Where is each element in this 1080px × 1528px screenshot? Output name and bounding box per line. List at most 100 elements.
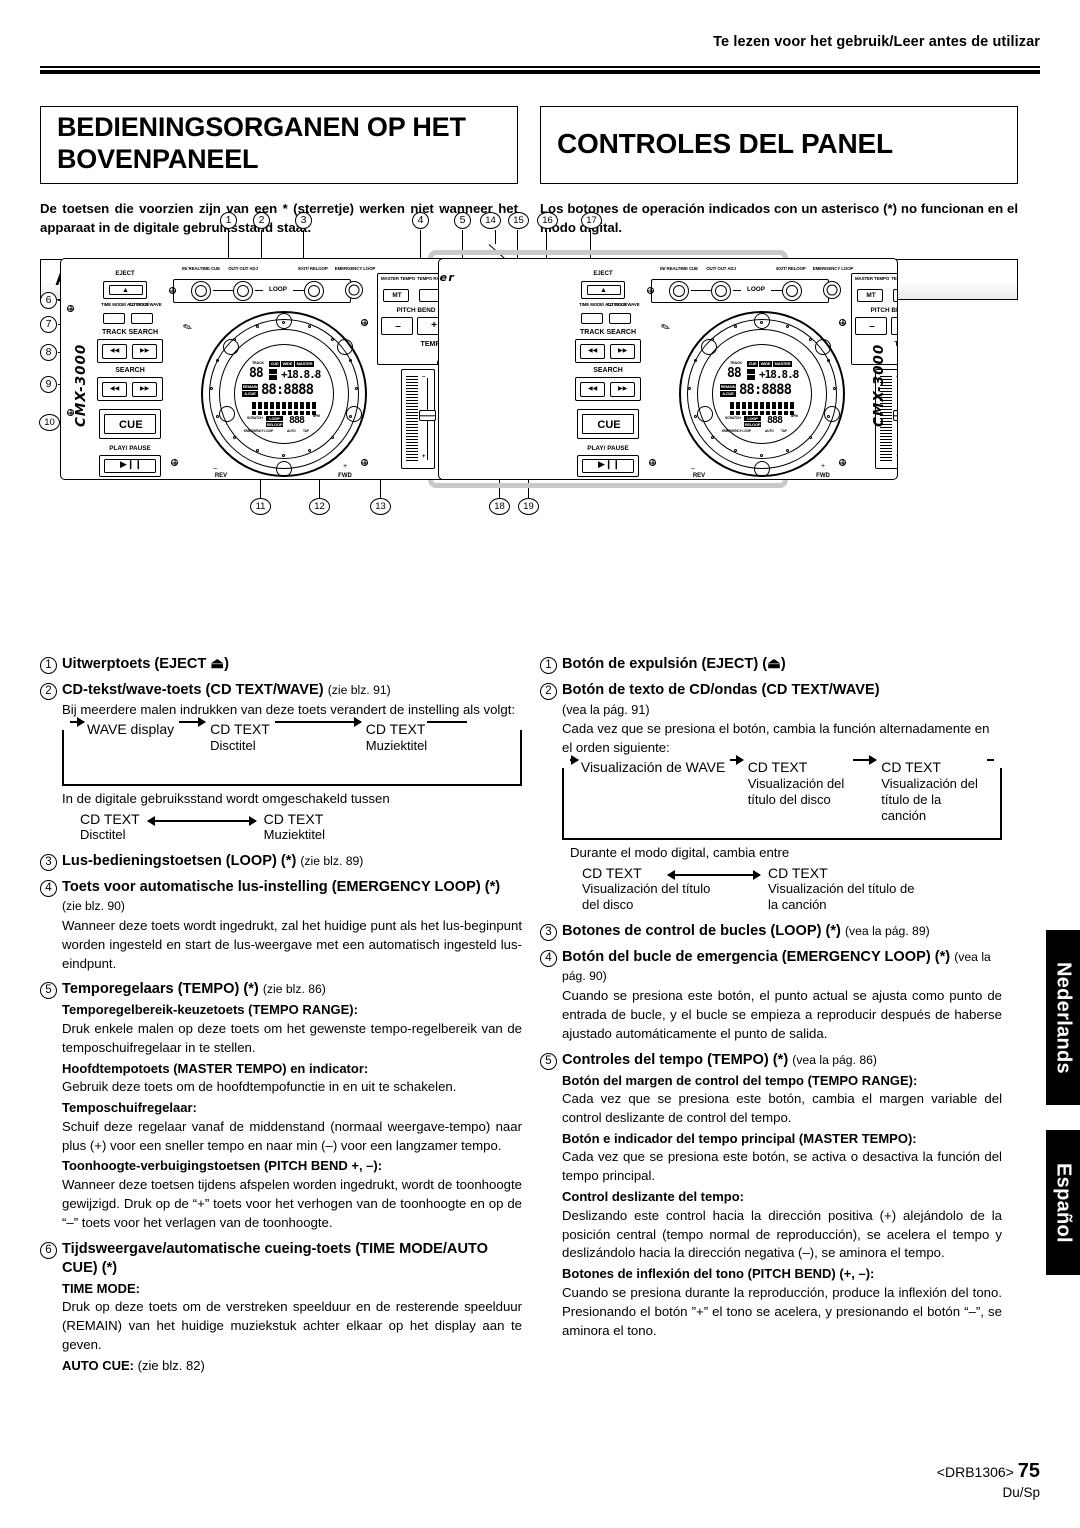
lcd-time-digits: 88:8888 [261, 382, 314, 398]
item-5-heading-dutch: Temporegelaars (TEMPO) (*) (zie blz. 86) [62, 981, 326, 998]
callout-9: 9 [40, 376, 57, 393]
time-mode-button[interactable] [103, 313, 125, 324]
tempo-slider-track[interactable]: – 0 + [401, 369, 436, 469]
list-item: 6 Tijdsweergave/automatische cueing-toet… [40, 1240, 522, 1375]
lcd-scratch-label: SCRATCH [247, 416, 263, 420]
item-5-heading-spanish: Controles del tempo (TEMPO) (*) (vea la … [562, 1051, 877, 1068]
search-fwd-button-right[interactable]: ▶▶ [610, 382, 635, 397]
jog-display-lcd-right: TRACK 88 CUE WIDE MASTER +18.8.8 % REMAI… [712, 344, 812, 444]
item-2-page-spanish: (vea la pág. 91) [562, 702, 650, 717]
track-search-group: ◀◀ ▶▶ [97, 339, 163, 363]
cd-text-button[interactable] [131, 313, 153, 324]
list-item: 4 Toets voor automatische lus-instelling… [40, 878, 522, 974]
flow-diagram-wave-cdtext-spanish: Visualización de WAVE CD TEXT Visualizac… [562, 754, 1002, 840]
loop-exit-knob[interactable] [304, 281, 324, 301]
track-search-prev-button-right[interactable]: ◀◀ [580, 344, 605, 359]
master-tempo-label-right: MASTER TEMPO [855, 276, 890, 281]
callout-16: 16 [537, 212, 558, 229]
track-search-prev-button[interactable]: ◀◀ [102, 344, 127, 359]
pitch-bend-minus-label: – [395, 321, 401, 332]
search-fwd-button[interactable]: ▶▶ [132, 382, 157, 397]
lcd-remain-indicator: REMAIN [242, 384, 258, 390]
list-item: 2 Botón de texto de CD/ondas (CD TEXT/WA… [540, 681, 1002, 913]
eject-button[interactable]: ▲ [103, 281, 147, 299]
loop-out-knob-right[interactable] [711, 281, 731, 301]
search-label-right: SEARCH [593, 367, 623, 374]
lcd-master-indicator: MASTER [295, 361, 314, 367]
cue-button-right[interactable]: CUE [577, 409, 639, 439]
play-pause-button-right[interactable]: ▶❙❙ [577, 455, 639, 477]
loop-label-right: LOOP [746, 286, 766, 293]
track-search-label-right: TRACK SEARCH [580, 329, 636, 336]
tempo-range-button-right[interactable] [893, 289, 897, 302]
track-search-next-button[interactable]: ▶▶ [132, 344, 157, 359]
flow-diagram-digital-dutch: CD TEXT Disctitel CD TEXT Muziektitel [80, 810, 326, 842]
spanish-item-list: 1 Botón de expulsión (EJECT) (⏏) 2 Botón… [540, 648, 1002, 1341]
play-pause-button[interactable]: ▶❙❙ [99, 455, 161, 477]
rev-label-right: REV [692, 473, 706, 479]
item-4-heading-spanish: Botón del bucle de emergencia (EMERGENCY… [562, 949, 991, 983]
item-2-heading-spanish: Botón de texto de CD/ondas (CD TEXT/WAVE… [562, 681, 880, 698]
cd-text-label-right: CD TEXT/ WAVE [607, 302, 640, 307]
lcd-acue-indicator: A.CUE [242, 391, 258, 397]
lcd-tap-label: TAP [303, 429, 309, 433]
search-back-button[interactable]: ◀◀ [102, 382, 127, 397]
lcd-bpm-label: BPM [313, 414, 320, 418]
lcd-bpm-digits: 888 [289, 415, 305, 426]
fwd-label: FWD [338, 473, 352, 479]
scratch-icon: ✎ [181, 320, 195, 336]
lcd-percent-label: % [314, 374, 317, 378]
loop-in-knob[interactable] [191, 281, 211, 301]
eject-label: EJECT [115, 271, 135, 277]
time-mode-button-right[interactable] [581, 313, 603, 324]
callout-11: 11 [250, 498, 271, 515]
tempo-slider-knob[interactable] [419, 410, 436, 421]
item-1-heading-dutch: Uitwerptoets (EJECT ⏏) [62, 656, 230, 672]
loop-in-knob-right[interactable] [669, 281, 689, 301]
model-name-left: CMX-3000 [73, 343, 89, 427]
emergency-loop-knob[interactable] [345, 281, 363, 299]
lcd-track-label: TRACK [251, 361, 265, 365]
callout-5: 5 [454, 212, 471, 229]
running-head: Te lezen voor het gebruik/Leer antes de … [713, 34, 1040, 50]
loop-in-label-right: IN/ REALTIME CUE [660, 266, 698, 271]
header-rule [40, 66, 1040, 74]
master-tempo-label: MASTER TEMPO [381, 276, 416, 281]
pitch-bend-plus-button-right[interactable]: + [891, 317, 897, 335]
time-mode-label: TIME MODE/ AUTO CUE [101, 302, 150, 307]
cue-button-label: CUE [118, 419, 144, 431]
list-item: 3 Lus-bedieningstoetsen (LOOP) (*) (zie … [40, 852, 522, 871]
mt-label: MT [392, 292, 402, 299]
master-tempo-button-right[interactable]: MT [857, 289, 883, 302]
track-search-next-button-right[interactable]: ▶▶ [610, 344, 635, 359]
lcd-loop-indicator: LOOP [266, 416, 283, 421]
search-back-button-right[interactable]: ◀◀ [580, 382, 605, 397]
eject-button-right[interactable]: ▲ [581, 281, 625, 299]
list-item: 5 Temporegelaars (TEMPO) (*) (zie blz. 8… [40, 980, 522, 1232]
item-4-heading-dutch: Toets voor automatische lus-instelling (… [62, 878, 501, 913]
lcd-track-digits: 88 [249, 366, 264, 381]
callout-19: 19 [518, 498, 539, 515]
callout-2: 2 [253, 212, 270, 229]
loop-exit-label: EXIT/ RELOOP [298, 266, 328, 271]
tempo-slider-knob-right[interactable] [893, 410, 897, 421]
callout-1: 1 [220, 212, 237, 229]
loop-exit-knob-right[interactable] [782, 281, 802, 301]
page-number: 75 [1017, 1460, 1040, 1482]
item-3-heading-spanish: Botones de control de bucles (LOOP) (*) … [562, 923, 930, 940]
loop-out-knob[interactable] [233, 281, 253, 301]
language-tab-nederlands[interactable]: Nederlands [1046, 930, 1080, 1105]
loop-in-label: IN/ REALTIME CUE [182, 266, 220, 271]
cd-text-button-right[interactable] [609, 313, 631, 324]
pitch-bend-minus-button[interactable]: – [381, 317, 413, 335]
callout-4: 4 [412, 212, 429, 229]
language-tab-espanol[interactable]: Español [1046, 1130, 1080, 1275]
doc-code: <DRB1306> [936, 1464, 1014, 1480]
model-name-right: CMX-3000 [871, 343, 887, 427]
page-title-spanish: CONTROLES DEL PANEL [557, 128, 893, 160]
emergency-loop-knob-right[interactable] [823, 281, 841, 299]
lcd-cue-indicator: CUE [269, 361, 280, 367]
cue-button[interactable]: CUE [99, 409, 161, 439]
master-tempo-button[interactable]: MT [383, 289, 409, 302]
callout-8: 8 [40, 344, 57, 361]
